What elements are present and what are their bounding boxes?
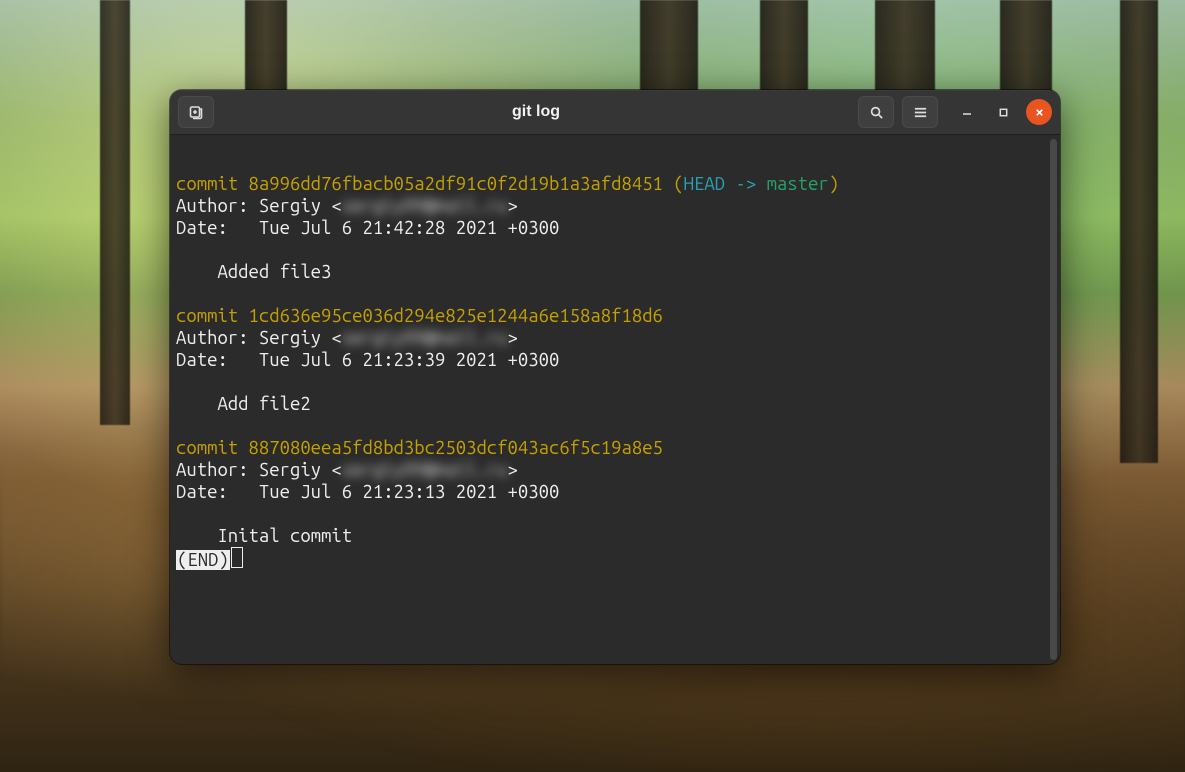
author-email-masked: sergiy99@mail.ru (342, 328, 508, 348)
author-line: Author: Sergiy <sergiy99@mail.ru> (176, 460, 518, 480)
minimize-icon (961, 106, 973, 118)
terminal-window: git log (170, 90, 1060, 664)
date-line: Date: Tue Jul 6 21:23:39 2021 +0300 (176, 350, 559, 370)
commit-message: Add file2 (176, 394, 311, 414)
menu-button[interactable] (902, 96, 938, 128)
commit-line: commit 1cd636e95ce036d294e825e1244a6e158… (176, 306, 663, 326)
wallpaper-tree (100, 0, 130, 425)
window-title: git log (222, 103, 850, 121)
author-email-masked: sergiy99@mail.ru (342, 196, 508, 216)
commit-message: Added file3 (176, 262, 331, 282)
date-line: Date: Tue Jul 6 21:42:28 2021 +0300 (176, 218, 559, 238)
close-icon (1034, 107, 1045, 118)
commit-line: commit 887080eea5fd8bd3bc2503dcf043ac6f5… (176, 438, 663, 458)
search-button[interactable] (858, 96, 894, 128)
wallpaper-tree (1120, 0, 1158, 463)
new-tab-icon (188, 104, 204, 120)
cursor (231, 547, 243, 568)
branch-name: master (767, 174, 829, 194)
search-icon (869, 105, 884, 120)
desktop-wallpaper: git log (0, 0, 1185, 772)
close-button[interactable] (1026, 99, 1052, 125)
head-label: HEAD -> (684, 174, 767, 194)
maximize-button[interactable] (990, 99, 1016, 125)
author-line: Author: Sergiy <sergiy99@mail.ru> (176, 328, 518, 348)
maximize-icon (998, 107, 1009, 118)
terminal-output[interactable]: commit 8a996dd76fbacb05a2df91c0f2d19b1a3… (170, 135, 1060, 664)
pager-end-marker: (END) (176, 550, 230, 570)
titlebar[interactable]: git log (170, 90, 1060, 135)
ref-close: ) (829, 174, 839, 194)
commit-line: commit 8a996dd76fbacb05a2df91c0f2d19b1a3… (176, 174, 663, 194)
scrollbar[interactable] (1050, 139, 1057, 660)
commit-message: Inital commit (176, 526, 352, 546)
author-line: Author: Sergiy <sergiy99@mail.ru> (176, 196, 518, 216)
minimize-button[interactable] (954, 99, 980, 125)
author-email-masked: sergiy99@mail.ru (342, 460, 508, 480)
hamburger-icon (913, 105, 928, 120)
terminal-area[interactable]: commit 8a996dd76fbacb05a2df91c0f2d19b1a3… (170, 135, 1060, 664)
date-line: Date: Tue Jul 6 21:23:13 2021 +0300 (176, 482, 559, 502)
ref-open: ( (663, 174, 684, 194)
new-tab-button[interactable] (178, 96, 214, 128)
window-controls (954, 99, 1052, 125)
